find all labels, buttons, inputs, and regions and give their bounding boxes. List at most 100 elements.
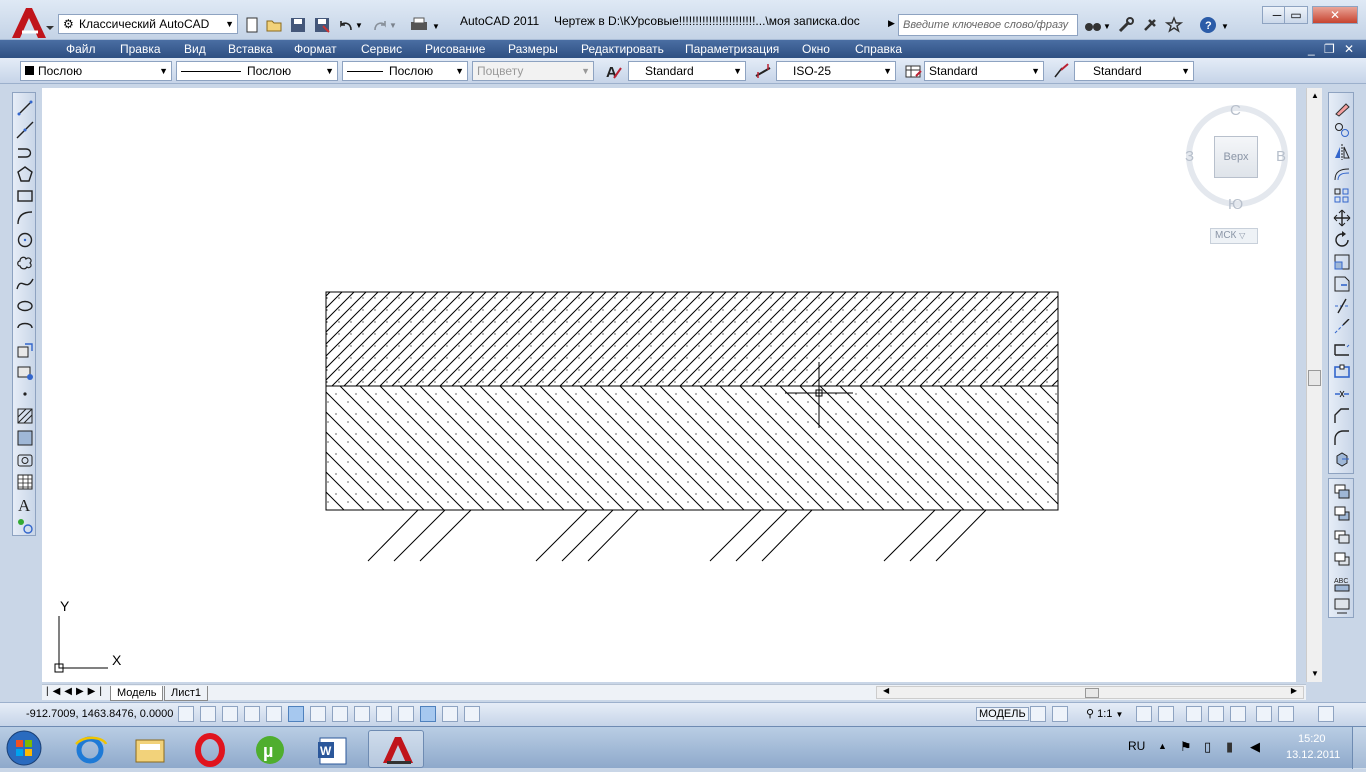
scroll-left-arrow[interactable]: ◀ xyxy=(883,686,889,695)
save-icon[interactable] xyxy=(288,15,306,33)
lineweight-button[interactable] xyxy=(398,706,414,722)
show-desktop-button[interactable] xyxy=(1352,727,1366,769)
doc-close-button[interactable]: ✕ xyxy=(1344,41,1354,57)
microsoft-word-icon[interactable]: W xyxy=(306,730,362,768)
arc-icon[interactable] xyxy=(16,209,34,227)
save-as-icon[interactable] xyxy=(312,15,330,33)
infer-constraints-button[interactable] xyxy=(178,706,194,722)
make-block-icon[interactable] xyxy=(16,363,34,381)
plotstyle-combo[interactable]: Поцвету ▼ xyxy=(472,61,594,81)
dim-style-icon[interactable] xyxy=(754,62,772,80)
auto-scale-button[interactable] xyxy=(1158,706,1174,722)
tab-navigation-arrows[interactable]: |◀◀▶▶| xyxy=(46,686,106,697)
menu-window[interactable]: Окно xyxy=(802,41,830,57)
scale-icon[interactable] xyxy=(1333,253,1351,271)
isolate-objects-icon[interactable] xyxy=(1256,706,1272,722)
send-under-icon[interactable] xyxy=(1333,549,1351,567)
action-center-flag-icon[interactable]: ⚑ xyxy=(1180,739,1192,755)
scroll-thumb-horizontal[interactable] xyxy=(1085,688,1099,698)
extend-icon[interactable] xyxy=(1333,319,1351,337)
autocad-taskbar-icon[interactable] xyxy=(368,730,424,768)
selection-cycling-button[interactable] xyxy=(464,706,480,722)
scroll-down-arrow[interactable]: ▼ xyxy=(1307,666,1323,682)
fillet-icon[interactable] xyxy=(1333,429,1351,447)
tab-layout1[interactable]: Лист1 xyxy=(164,686,209,701)
line-icon[interactable] xyxy=(16,99,34,117)
insert-block-icon[interactable] xyxy=(16,341,34,359)
explode-icon[interactable] xyxy=(1333,451,1351,469)
ortho-mode-button[interactable] xyxy=(244,706,260,722)
doc-minimize-button[interactable]: _ xyxy=(1308,41,1315,57)
viewcube[interactable]: Верх С Ю В З МСК ▽ xyxy=(1182,100,1292,250)
viewcube-east[interactable]: В xyxy=(1276,148,1286,165)
drawing-area[interactable]: Y X Верх С Ю В З МСК ▽ xyxy=(42,88,1296,682)
bring-to-front-icon[interactable] xyxy=(1333,483,1351,501)
communication-center-icon[interactable] xyxy=(1140,15,1158,33)
table-icon[interactable] xyxy=(16,473,34,491)
bring-above-icon[interactable] xyxy=(1333,527,1351,545)
multiline-text-icon[interactable]: A xyxy=(16,495,34,513)
viewcube-west[interactable]: З xyxy=(1185,148,1194,165)
break-at-point-icon[interactable] xyxy=(1333,341,1351,359)
table-style-icon[interactable] xyxy=(904,62,922,80)
clock-date[interactable]: 13.12.2011 xyxy=(1286,749,1340,761)
linetype-combo[interactable]: Послою ▼ xyxy=(176,61,338,81)
polar-tracking-button[interactable] xyxy=(266,706,282,722)
color-combo[interactable]: Послою ▼ xyxy=(20,61,172,81)
object-snap-button[interactable] xyxy=(288,706,304,722)
menu-parametric[interactable]: Параметризация xyxy=(685,41,779,57)
viewcube-south[interactable]: Ю xyxy=(1228,196,1243,213)
point-icon[interactable] xyxy=(16,385,34,403)
quick-view-drawings-button[interactable] xyxy=(1052,706,1068,722)
multileader-style-combo[interactable]: Standard ▼ xyxy=(1074,61,1194,81)
subscription-center-icon[interactable] xyxy=(1116,15,1134,33)
menu-file[interactable]: Файл xyxy=(66,41,96,57)
search-input[interactable]: Введите ключевое слово/фразу xyxy=(898,14,1078,36)
lock-ui-icon[interactable] xyxy=(1208,706,1224,722)
erase-icon[interactable] xyxy=(1333,99,1351,117)
gradient-icon[interactable] xyxy=(16,429,34,447)
scroll-right-arrow[interactable]: ▶ xyxy=(1291,686,1297,695)
lineweight-combo[interactable]: Послою ▼ xyxy=(342,61,468,81)
scroll-thumb-vertical[interactable] xyxy=(1308,370,1321,386)
menu-insert[interactable]: Вставка xyxy=(228,41,273,57)
opera-icon[interactable] xyxy=(182,730,238,768)
menu-modify[interactable]: Редактировать xyxy=(581,41,664,57)
polygon-icon[interactable] xyxy=(16,165,34,183)
ellipse-icon[interactable] xyxy=(16,297,34,315)
favorites-star-icon[interactable] xyxy=(1164,15,1184,33)
ellipse-arc-icon[interactable] xyxy=(16,319,34,337)
menu-view[interactable]: Вид xyxy=(184,41,206,57)
ucs-menu[interactable]: МСК ▽ xyxy=(1210,228,1258,244)
hardware-acceleration-icon[interactable] xyxy=(1230,706,1246,722)
language-indicator[interactable]: RU xyxy=(1128,739,1145,753)
object-snap-tracking-button[interactable] xyxy=(332,706,348,722)
viewcube-north[interactable]: С xyxy=(1230,102,1241,119)
clock-time[interactable]: 15:20 xyxy=(1298,733,1326,745)
model-space-button[interactable]: МОДЕЛЬ xyxy=(976,707,1029,721)
workspace-switcher[interactable]: ⚙ Классический AutoCAD ▼ xyxy=(58,14,238,34)
offset-icon[interactable] xyxy=(1333,165,1351,183)
clean-screen-button[interactable] xyxy=(1318,706,1334,722)
ground-hatch[interactable] xyxy=(367,509,987,562)
viewcube-face-top[interactable]: Верх xyxy=(1214,136,1258,178)
redo-icon[interactable]: ▼ xyxy=(370,15,397,33)
undo-icon[interactable]: ▼ xyxy=(336,15,363,33)
add-selected-icon[interactable] xyxy=(16,517,34,535)
horizontal-scrollbar[interactable]: ◀ ▶ xyxy=(876,686,1304,699)
open-file-icon[interactable] xyxy=(264,15,282,33)
revision-cloud-icon[interactable] xyxy=(16,253,34,271)
mirror-icon[interactable] xyxy=(1333,143,1351,161)
tab-model[interactable]: Модель xyxy=(110,686,164,701)
volume-icon[interactable]: ◀ xyxy=(1250,739,1260,755)
quick-view-layouts-button[interactable] xyxy=(1030,706,1046,722)
coordinates-readout[interactable]: -912.7009, 1463.8476, 0.0000 xyxy=(26,708,173,720)
plot-icon[interactable]: ▼ xyxy=(408,15,442,33)
start-button[interactable] xyxy=(4,729,44,767)
hatch-icon[interactable] xyxy=(16,407,34,425)
annotation-scale[interactable]: ⚲ 1:1 ▼ xyxy=(1086,707,1123,720)
network-icon[interactable]: ▮ xyxy=(1226,739,1233,755)
battery-icon[interactable]: ▯ xyxy=(1204,739,1211,755)
chevron-right-icon[interactable]: ▶ xyxy=(888,18,895,29)
move-icon[interactable] xyxy=(1333,209,1351,227)
